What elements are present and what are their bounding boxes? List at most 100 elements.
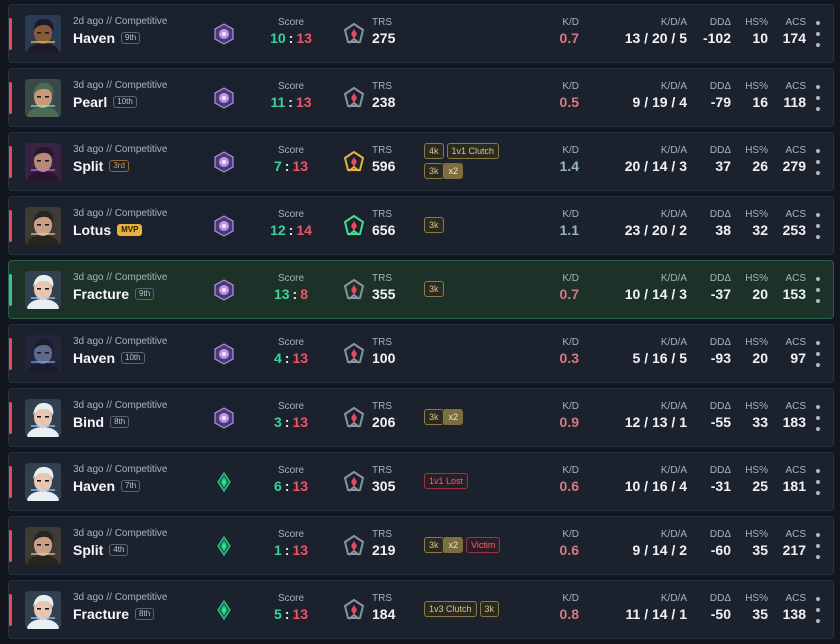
acs-value: 181 [782,478,806,494]
acs-value: 253 [782,222,806,238]
highlight-badges: 4k 1v1 Clutch 3k x2 [424,143,534,183]
match-row-7[interactable]: 3d ago // Competitive Bind 8th Score 3:1… [8,388,834,447]
trs-value: 656 [372,222,396,238]
highlight-badge: x2 [443,163,464,179]
kda-value: 9 / 19 / 4 [632,94,687,110]
kda-value: 5 / 16 / 5 [632,350,687,366]
team-score: 3 [273,414,282,430]
agent-avatar-jett [25,591,61,629]
match-score: 7:13 [261,158,321,174]
highlight-badge: 3k [424,281,444,297]
kd-label: K/D [562,593,579,604]
more-options-icon[interactable] [812,213,824,239]
match-time-mode: 3d ago // Competitive [73,80,168,91]
more-options-icon[interactable] [812,405,824,431]
match-row-6[interactable]: 3d ago // Competitive Haven 10th Score 4… [8,324,834,383]
kd-value: 0.5 [559,94,579,110]
kd-label: K/D [562,401,579,412]
emerald-rank-icon [213,599,235,621]
score-label: Score [277,593,305,604]
ascendant-rank-icon [213,343,235,365]
emerald-rank-icon [213,471,235,493]
kd-value: 0.7 [559,30,579,46]
kda-value: 13 / 20 / 5 [624,30,687,46]
kd-value: 0.6 [559,542,579,558]
trs-label: TRS [372,465,392,476]
map-name: Haven [73,30,116,46]
hs-label: HS% [745,593,768,604]
trs-value: 100 [372,350,396,366]
hs-value: 26 [752,158,768,174]
match-row-10[interactable]: 3d ago // Competitive Fracture 8th Score… [8,580,834,639]
map-name-row: Bind 8th [73,414,130,430]
placement-badge: 9th [121,32,141,44]
hs-value: 33 [752,414,768,430]
match-history-list: 2d ago // Competitive Haven 9th Score 10… [0,0,840,644]
highlight-badge: 1v1 Lost [424,473,469,489]
result-indicator [9,82,12,114]
hs-value: 20 [752,350,768,366]
badge-row: 3k x2 [424,163,534,179]
match-row-1[interactable]: 2d ago // Competitive Haven 9th Score 10… [8,4,834,63]
trs-value: 596 [372,158,396,174]
kda-value: 10 / 14 / 3 [624,286,687,302]
placement-badge: 10th [121,352,145,364]
kda-value: 10 / 16 / 4 [624,478,687,494]
dd-value: -93 [710,350,731,366]
kda-label: K/D/A [660,401,687,412]
trs-label: TRS [372,209,392,220]
more-options-icon[interactable] [812,85,824,111]
trs-label: TRS [372,593,392,604]
more-options-icon[interactable] [812,277,824,303]
more-options-icon[interactable] [812,469,824,495]
score-label: Score [277,273,305,284]
result-indicator [9,530,12,562]
hs-label: HS% [745,81,768,92]
highlight-badge: 3k [424,217,444,233]
score-label: Score [277,401,305,412]
placement-badge: 3rd [109,160,129,172]
kda-value: 20 / 14 / 3 [624,158,687,174]
acs-label: ACS [785,273,806,284]
agent-avatar-jett [25,399,61,437]
badge-row: 3k x2 [424,409,534,425]
hs-value: 32 [752,222,768,238]
more-options-icon[interactable] [812,533,824,559]
highlight-badges: 1v3 Clutch 3k [424,601,534,621]
match-row-2[interactable]: 3d ago // Competitive Pearl 10th Score 1… [8,68,834,127]
trs-label: TRS [372,145,392,156]
more-options-icon[interactable] [812,341,824,367]
match-row-5[interactable]: 3d ago // Competitive Fracture 9th Score… [8,260,834,319]
enemy-score: 13 [292,350,309,366]
hs-label: HS% [745,209,768,220]
score-separator: : [284,158,290,174]
match-score: 4:13 [261,350,321,366]
score-separator: : [288,222,294,238]
kd-label: K/D [562,145,579,156]
match-row-9[interactable]: 3d ago // Competitive Split 4th Score 1:… [8,516,834,575]
match-row-4[interactable]: 3d ago // Competitive Lotus MVP Score 12… [8,196,834,255]
dd-label: DDΔ [709,593,731,604]
hs-value: 25 [752,478,768,494]
ascendant-rank-icon [213,87,235,109]
score-separator: : [284,478,290,494]
score-separator: : [288,30,294,46]
more-options-icon[interactable] [812,597,824,623]
highlight-badge: x2 [443,537,464,553]
more-options-icon[interactable] [812,21,824,47]
trs-label: TRS [372,337,392,348]
match-row-3[interactable]: 3d ago // Competitive Split 3rd Score 7:… [8,132,834,191]
dd-value: -37 [710,286,731,302]
badge-row: 3k [424,217,534,233]
match-row-8[interactable]: 3d ago // Competitive Haven 7th Score 6:… [8,452,834,511]
trs-tier-grey-icon [342,86,366,110]
map-name-row: Split 4th [73,542,129,558]
trs-tier-green-icon [342,214,366,238]
dd-label: DDΔ [709,465,731,476]
agent-avatar-skye [25,79,61,117]
hs-label: HS% [745,465,768,476]
kda-label: K/D/A [660,209,687,220]
dd-label: DDΔ [709,401,731,412]
more-options-icon[interactable] [812,149,824,175]
acs-label: ACS [785,337,806,348]
